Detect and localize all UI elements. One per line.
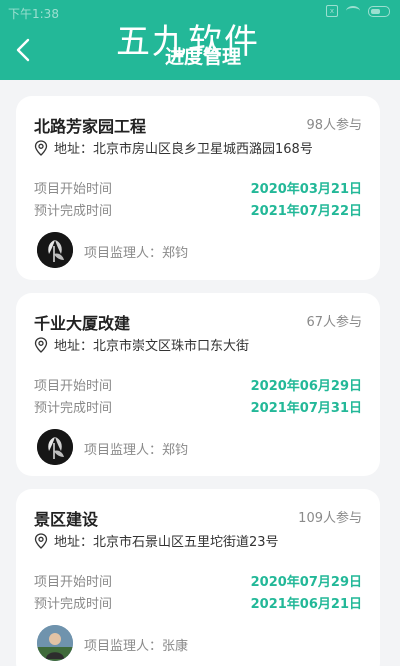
- project-address: 地址：北京市石景山区五里坨街道23号: [54, 535, 279, 550]
- participant-count: 67人参与: [306, 315, 362, 330]
- end-time-label: 预计完成时间: [34, 597, 113, 612]
- avatar: [37, 232, 73, 268]
- project-name: 千业大厦改建: [34, 314, 131, 333]
- address-row: 地址：北京市房山区良乡卫星城西潞园168号: [34, 138, 313, 157]
- supervisor-name: 项目监理人：郑钧: [84, 443, 189, 458]
- participant-count: 98人参与: [306, 118, 362, 133]
- location-pin-icon: [34, 532, 48, 549]
- start-time-label: 项目开始时间: [34, 182, 113, 197]
- page-title: 进度管理: [164, 46, 241, 68]
- supervisor-name: 项目监理人：张康: [84, 639, 189, 654]
- project-name: 景区建设: [34, 510, 99, 529]
- start-date: 2020年06月29日: [250, 379, 362, 394]
- supervisor-name: 项目监理人：郑钧: [84, 246, 189, 261]
- sim-icon: x: [326, 5, 338, 17]
- project-card[interactable]: 北路芳家园工程 98人参与 地址：北京市房山区良乡卫星城西潞园168号 项目开始…: [16, 96, 380, 280]
- start-time-label: 项目开始时间: [34, 575, 113, 590]
- app-header: 下午1:38 x 五九软件 进度管理: [0, 0, 400, 80]
- project-card[interactable]: 千业大厦改建 67人参与 地址：北京市崇文区珠市口东大街 项目开始时间 2020…: [16, 293, 380, 476]
- project-name: 北路芳家园工程: [34, 117, 147, 136]
- status-time: 下午1:38: [8, 7, 59, 21]
- start-time-label: 项目开始时间: [34, 379, 113, 394]
- location-pin-icon: [34, 336, 48, 353]
- project-card[interactable]: 景区建设 109人参与 地址：北京市石景山区五里坨街道23号 项目开始时间 20…: [16, 489, 380, 666]
- status-icons: x: [326, 5, 390, 17]
- end-time-label: 预计完成时间: [34, 401, 113, 416]
- plant-avatar-icon: [37, 429, 73, 465]
- avatar: [37, 429, 73, 465]
- end-date: 2021年07月22日: [250, 204, 362, 219]
- project-address: 地址：北京市崇文区珠市口东大街: [54, 339, 250, 354]
- start-date: 2020年07月29日: [250, 575, 362, 590]
- start-date: 2020年03月21日: [250, 182, 362, 197]
- address-row: 地址：北京市崇文区珠市口东大街: [34, 335, 249, 354]
- end-date: 2021年06月21日: [250, 597, 362, 612]
- plant-avatar-icon: [37, 232, 73, 268]
- address-row: 地址：北京市石景山区五里坨街道23号: [34, 531, 279, 550]
- end-date: 2021年07月31日: [250, 401, 362, 416]
- person-avatar-icon: [37, 625, 73, 661]
- location-pin-icon: [34, 139, 48, 156]
- participant-count: 109人参与: [298, 511, 362, 526]
- project-address: 地址：北京市房山区良乡卫星城西潞园168号: [54, 142, 313, 157]
- end-time-label: 预计完成时间: [34, 204, 113, 219]
- wifi-icon: [346, 6, 360, 16]
- battery-icon: [368, 5, 390, 17]
- avatar: [37, 625, 73, 661]
